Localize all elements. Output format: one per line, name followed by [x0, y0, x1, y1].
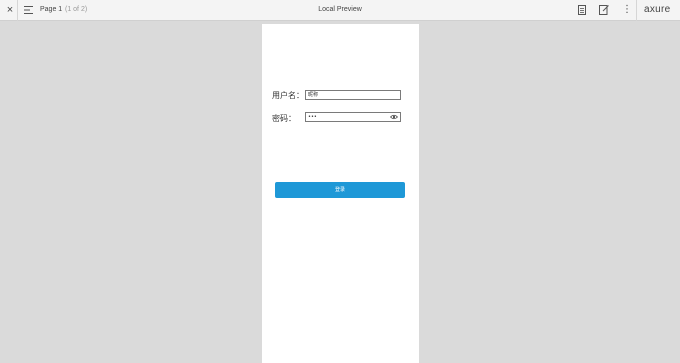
notes-icon[interactable] — [577, 5, 587, 15]
username-field[interactable]: 昵称 — [305, 90, 401, 100]
inspect-icon[interactable] — [599, 5, 609, 15]
password-value: ••• — [308, 114, 317, 120]
password-field[interactable]: ••• — [305, 112, 401, 122]
password-label: 密码： — [272, 114, 296, 123]
username-label: 用户名： — [272, 91, 304, 100]
login-button[interactable]: 登录 — [275, 182, 405, 198]
eye-icon[interactable] — [390, 114, 398, 120]
toolbar-divider — [636, 0, 637, 21]
preview-toolbar: × Page 1 (1 of 2) Local Preview ⋮ axure — [0, 0, 680, 21]
more-icon[interactable]: ⋮ — [622, 4, 632, 16]
axure-logo: axure — [644, 4, 671, 15]
username-value: 昵称 — [308, 92, 319, 98]
prototype-canvas: 用户名： 昵称 密码： ••• 登录 — [262, 24, 419, 363]
